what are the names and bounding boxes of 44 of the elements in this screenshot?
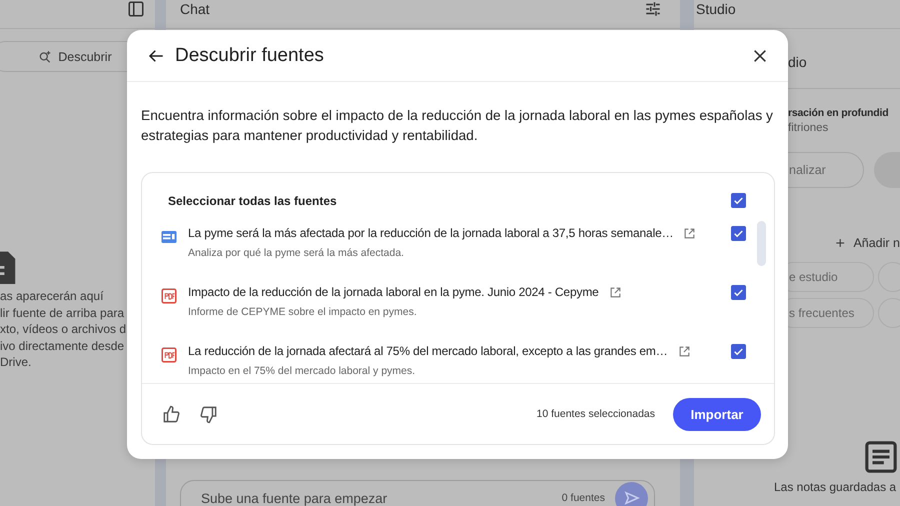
source-summary: Informe de CEPYME sobre el impacto en pymes. [188,306,418,318]
send-icon [622,489,640,506]
source-summary: Impacto en el 75% del mercado laboral y pymes. [188,365,416,377]
web-page-icon [160,228,178,246]
scrollbar-thumb[interactable] [757,221,766,266]
chat-input[interactable]: Sube una fuente para empezar 0 fuentes [180,480,655,506]
close-icon [752,48,768,64]
settings-sliders-icon[interactable] [644,0,662,18]
thumbs-down-icon [199,404,218,424]
checkbox[interactable] [731,193,746,208]
checkbox[interactable] [731,344,746,359]
panel-title: Chat [180,0,210,16]
checkbox[interactable] [731,285,746,300]
thumbs-down-button[interactable] [199,404,218,424]
empty-state-text: as aparecerán aquí lir fuente de arriba para xto, vídeos o archivos d ivo directamente desde Drive. [0,288,128,370]
source-summary: Analiza por qué la pyme será la más afectada. [188,247,405,259]
card-subtitle: fitriones [788,122,830,134]
import-button[interactable]: Importar [673,398,761,430]
source-title[interactable]: La pyme será la más afectada por la reducción de la jornada laboral a 37,5 horas semanale… [188,226,674,240]
dialog-description: Encuentra información sobre el impacto de la reducción de la jornada laboral en las pymes españolas y estrategias para mantener productividad y rentabilidad. [141,107,774,145]
sidebar-toggle-icon[interactable] [127,0,145,18]
select-all-label: Seleccionar todas las fuentes [168,194,337,208]
external-link-icon[interactable] [683,226,696,240]
plus-icon [835,237,846,249]
thumbs-up-icon [162,404,181,424]
add-note-button[interactable]: Añadir n [835,236,900,250]
source-title[interactable]: La reducción de la jornada afectará al 75% del mercado laboral, excepto a las grandes em… [188,344,668,358]
selected-count: 10 fuentes seleccionadas [536,408,655,420]
source-title[interactable]: Impacto de la reducción de la jornada laboral en la pyme. Junio 2024 - Cepyme [188,285,599,299]
thumbs-up-button[interactable] [162,404,181,424]
checkbox[interactable] [731,226,746,241]
close-button[interactable] [752,48,768,64]
search-sparkle-icon [38,50,52,64]
external-link-icon[interactable] [608,286,622,298]
panel-title: Studio [696,0,736,16]
pdf-file-icon [160,346,178,364]
notes-icon [864,440,898,474]
pdf-file-icon [160,287,178,305]
dialog-title: Descubrir fuentes [175,44,325,66]
section-title: dio [788,54,808,70]
external-link-icon[interactable] [678,344,691,358]
source-count: 0 fuentes [562,492,605,504]
notes-empty-text: Las notas guardadas a [774,480,896,494]
card-title: rsación en profundid [788,107,890,119]
